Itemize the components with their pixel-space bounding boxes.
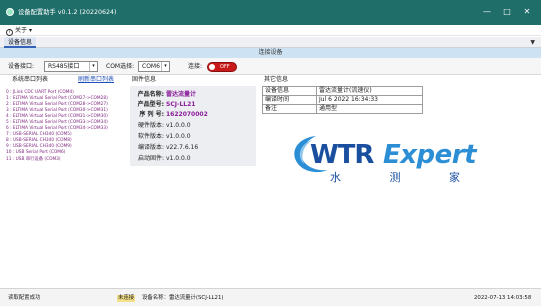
tab-bar: 设备信息 ▼ (0, 37, 541, 48)
table-row: 设备信息 雷达流量计(流速仪) (262, 86, 423, 96)
serial-port-panel: 系统串口列表 刷新串口列表 0 : JLink CDC UART Port (C… (6, 76, 126, 258)
firmware-key: 产品名称: (137, 91, 164, 98)
app-icon (6, 8, 14, 16)
device-name-status: 设备名称：雷达流量计(SCJ-LL21) (142, 295, 224, 301)
firmware-key: 编译版本: (137, 144, 164, 151)
port-list-item[interactable]: 11 : USB 串行设备 (COM3) (6, 157, 130, 163)
logo-char: 测 (389, 171, 401, 184)
table-cell-key: 备注 (262, 104, 317, 114)
firmware-value: 雷达流量计 (166, 91, 197, 98)
connect-label: 连接: (188, 63, 203, 70)
logo-expert-text: Expert (383, 140, 477, 170)
toggle-state-text: OFF (220, 64, 230, 70)
com-select-value: COM6 (142, 63, 160, 70)
firmware-info-box: 产品名称: 雷达流量计 产品型号: SCJ-LL21 序 列 号: 162207… (130, 86, 256, 166)
logo-char: 水 (330, 171, 341, 184)
firmware-row-build: 编译版本: v22.7.6.16 (130, 143, 256, 152)
other-info-panel: 其它信息 设备信息 雷达流量计(流速仪) 编译时间 Jul 6 2022 16:… (262, 76, 534, 258)
tab-device-info[interactable]: 设备信息 (4, 37, 37, 48)
table-cell-value: 通用型 (316, 104, 423, 114)
menu-about[interactable]: ? 关于 ▾ (6, 26, 32, 36)
interface-select-value: RS485接口 (48, 63, 80, 70)
firmware-key: 产品型号: (137, 101, 164, 108)
table-cell-key: 设备信息 (262, 86, 317, 96)
maximize-button[interactable]: □ (500, 6, 514, 18)
toggle-knob (209, 64, 215, 70)
firmware-value: v1.0.0.0 (166, 122, 191, 129)
chevron-down-icon: ▾ (161, 62, 169, 71)
table-cell-key: 编译时间 (262, 95, 317, 105)
table-cell-value: 雷达流量计(流速仪) (316, 86, 423, 96)
firmware-row-boot: 启动固件: v1.0.0.0 (130, 154, 256, 163)
logo-chinese-text: 水 测 家 (330, 172, 460, 184)
firmware-value: SCJ-LL21 (166, 101, 196, 108)
other-info-title: 其它信息 (264, 76, 289, 83)
logo-char: 家 (449, 171, 460, 184)
port-list-title: 系统串口列表 (12, 76, 49, 83)
minimize-button[interactable]: — (480, 6, 494, 18)
tab-dropdown-icon[interactable]: ▼ (530, 38, 535, 47)
menu-about-label: 关于 (15, 27, 28, 34)
firmware-value: 1622070002 (166, 111, 208, 118)
interface-label: 设备接口: (8, 63, 35, 70)
menu-bar: ? 关于 ▾ (0, 25, 541, 36)
firmware-key: 序 列 号: (139, 111, 164, 118)
window-title: 设备配置助手 v0.1.2 (20220624) (18, 9, 117, 16)
firmware-value: v1.0.0.0 (166, 155, 191, 162)
table-row: 编译时间 Jul 6 2022 16:34:33 (262, 95, 423, 105)
table-row: 备注 通用型 (262, 104, 423, 114)
firmware-value: v1.0.0.0 (166, 133, 191, 140)
interface-select[interactable]: RS485接口 ▾ (44, 61, 98, 72)
com-label: COM选择: (106, 63, 135, 70)
firmware-title: 固件信息 (132, 76, 157, 83)
close-button[interactable]: ✕ (520, 6, 534, 18)
status-bar: 读取配置成功 未连接 设备名称：雷达流量计(SCJ-LL21) 2022-07-… (0, 288, 541, 306)
firmware-value: v22.7.6.16 (166, 144, 199, 151)
firmware-key: 硬件版本: (137, 122, 164, 129)
table-cell-value: Jul 6 2022 16:34:33 (316, 95, 423, 105)
firmware-row-model: 产品型号: SCJ-LL21 (130, 100, 256, 109)
chevron-down-icon: ▾ (28, 27, 32, 34)
help-icon: ? (6, 29, 13, 36)
com-select[interactable]: COM6 ▾ (138, 61, 170, 72)
status-timestamp: 2022-07-13 14:03:58 (474, 295, 532, 301)
firmware-key: 软件版本: (137, 133, 164, 140)
title-bar: 设备配置助手 v0.1.2 (20220624) — □ ✕ (0, 0, 541, 25)
section-title: 连接设备 (0, 48, 541, 58)
port-list: 0 : JLink CDC UART Port (COM4) 1 : ELTIM… (6, 90, 130, 163)
connection-status-badge: 未连接 (117, 295, 136, 302)
firmware-row-product-name: 产品名称: 雷达流量计 (130, 90, 256, 99)
connection-toolbar: 设备接口: RS485接口 ▾ COM选择: COM6 ▾ 连接: OFF (0, 58, 541, 75)
firmware-row-serial: 序 列 号: 1622070002 (130, 110, 256, 119)
other-info-table: 设备信息 雷达流量计(流速仪) 编译时间 Jul 6 2022 16:34:33… (262, 86, 423, 114)
logo-wtr-text: WTR (310, 140, 374, 170)
refresh-ports-link[interactable]: 刷新串口列表 (78, 76, 114, 84)
firmware-key: 启动固件: (137, 155, 164, 162)
firmware-row-software: 软件版本: v1.0.0.0 (130, 132, 256, 141)
firmware-row-hardware: 硬件版本: v1.0.0.0 (130, 121, 256, 130)
firmware-panel: 固件信息 产品名称: 雷达流量计 产品型号: SCJ-LL21 序 列 号: 1… (130, 76, 256, 258)
connect-toggle[interactable]: OFF (207, 62, 237, 72)
status-message: 读取配置成功 (8, 295, 41, 301)
company-logo: WTR Expert 水 测 家 (286, 132, 496, 192)
chevron-down-icon: ▾ (89, 62, 97, 71)
